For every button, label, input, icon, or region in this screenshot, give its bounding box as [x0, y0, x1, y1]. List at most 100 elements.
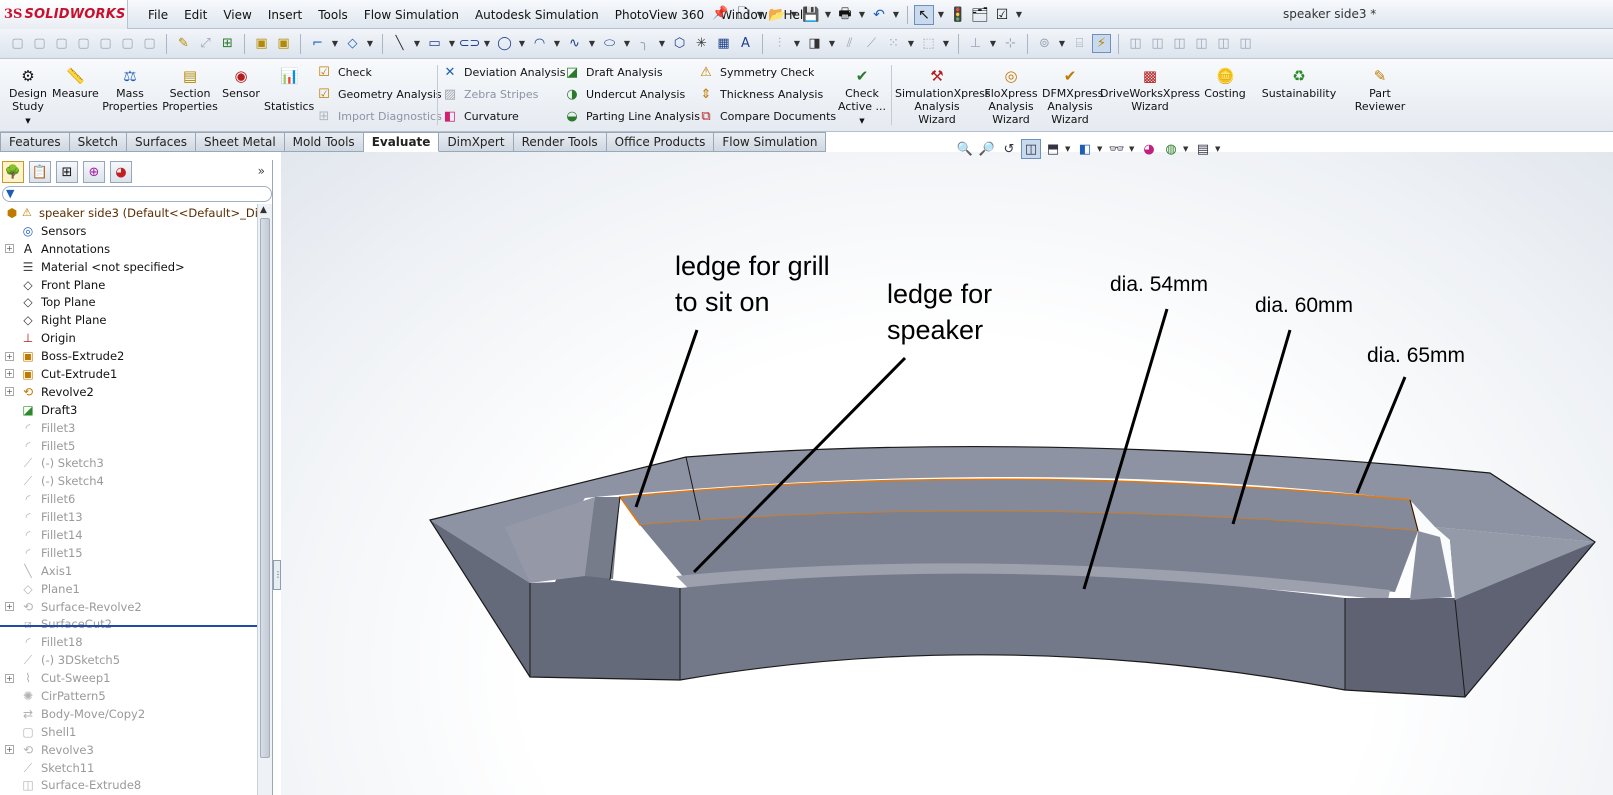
- tree-item-body-move-copy2[interactable]: ⇄ Body-Move/Copy2: [0, 705, 257, 723]
- view-orientation-icon[interactable]: ⬒: [1043, 139, 1063, 159]
- tree-item-origin[interactable]: ⊥ Origin: [0, 329, 257, 347]
- curves-dropdown-icon[interactable]: ▼: [365, 39, 375, 48]
- circle-dropdown-icon[interactable]: ▼: [517, 39, 527, 48]
- tree-item-boss-extrude2[interactable]: + ▣ Boss-Extrude2: [0, 347, 257, 365]
- expand-panel-icon[interactable]: »: [258, 164, 265, 178]
- tree-item-fillet15[interactable]: ◜ Fillet15: [0, 544, 257, 562]
- menu-edit[interactable]: Edit: [176, 8, 215, 22]
- move-entities-icon[interactable]: ⬚: [919, 34, 938, 53]
- tab-sketch[interactable]: Sketch: [69, 132, 128, 152]
- dfmxpress-button[interactable]: ✔ DFMXpress Analysis Wizard: [1042, 67, 1103, 126]
- expand-plus-icon[interactable]: +: [5, 745, 14, 755]
- tree-item-axis1[interactable]: ╲ Axis1: [0, 562, 257, 580]
- repair-sketch-icon[interactable]: ⊚: [1035, 34, 1054, 53]
- tree-item-fillet13[interactable]: ◜ Fillet13: [0, 508, 257, 526]
- sensor-button[interactable]: ◉ Sensor: [220, 67, 262, 100]
- instant3d-icon[interactable]: ⚡: [1092, 34, 1111, 53]
- tree-scrollbar[interactable]: ▲: [257, 204, 272, 795]
- linear-pattern-icon[interactable]: ⁙: [884, 34, 903, 53]
- view-settings-icon[interactable]: ▤: [1193, 139, 1213, 159]
- sketch-pattern-icon[interactable]: ▦: [714, 34, 733, 53]
- compare-documents-button[interactable]: ⧉ Compare Documents: [698, 106, 836, 127]
- zebra-stripes-button[interactable]: ▨ Zebra Stripes: [442, 84, 539, 105]
- pin-icon[interactable]: 📌: [712, 6, 728, 21]
- file-properties-icon[interactable]: 🗂: [970, 5, 990, 25]
- fillet-toolbar-icon[interactable]: ▢: [140, 34, 159, 53]
- ellipse-icon[interactable]: ⬭: [600, 34, 619, 53]
- mirror-dropdown-icon[interactable]: ▼: [792, 39, 802, 48]
- select-dropdown-icon[interactable]: ▼: [936, 10, 946, 19]
- sustainability-button[interactable]: ♻ Sustainability: [1258, 67, 1340, 100]
- model-view[interactable]: [281, 152, 1613, 795]
- statistics-button[interactable]: 📊 Statistics: [264, 67, 314, 113]
- new-document-icon[interactable]: 🗋: [733, 5, 753, 25]
- tree-filter-input[interactable]: ▼: [2, 186, 272, 202]
- tab-mold-tools[interactable]: Mold Tools: [284, 132, 364, 152]
- extruded-cut-icon[interactable]: ▢: [96, 34, 115, 53]
- section-view-icon[interactable]: ◫: [1021, 139, 1041, 159]
- sketch-fillet-dropdown-icon[interactable]: ▼: [657, 39, 667, 48]
- check-button[interactable]: ☑ Check: [316, 62, 372, 83]
- rectangle-dropdown-icon[interactable]: ▼: [447, 39, 457, 48]
- arc-dropdown-icon[interactable]: ▼: [552, 39, 562, 48]
- tree-item-sketch4[interactable]: ⟋ (-) Sketch4: [0, 472, 257, 490]
- add-relation-icon[interactable]: ⊥: [966, 34, 985, 53]
- menu-file[interactable]: File: [140, 8, 176, 22]
- lofted-boss-icon[interactable]: ▢: [74, 34, 93, 53]
- sketch-pencil-icon[interactable]: ✎: [174, 34, 193, 53]
- menu-flow-simulation[interactable]: Flow Simulation: [356, 8, 467, 22]
- view-orientation-dropdown-icon[interactable]: ▼: [1065, 145, 1073, 153]
- design-study-button[interactable]: ⚙ Design Study ▼: [8, 67, 48, 128]
- zoom-to-area-icon[interactable]: 🔎: [977, 139, 997, 159]
- offset-entities-icon[interactable]: ⫽: [840, 34, 859, 53]
- display-style-dropdown-icon[interactable]: ▼: [1097, 145, 1105, 153]
- rapid-sketch-icon[interactable]: ⌸: [1070, 34, 1089, 53]
- graphics-area[interactable]: ledge for grill to sit on ledge for spea…: [281, 152, 1613, 795]
- tab-evaluate[interactable]: Evaluate: [363, 132, 440, 152]
- linear-pattern-dropdown-icon[interactable]: ▼: [906, 39, 916, 48]
- zoom-to-fit-icon[interactable]: 🔍: [955, 139, 975, 159]
- expand-plus-icon[interactable]: +: [5, 602, 14, 612]
- tab-dimxpert[interactable]: DimXpert: [439, 132, 514, 152]
- symmetry-check-button[interactable]: ⚠ Symmetry Check: [698, 62, 814, 83]
- dimxpert-manager-tab-icon[interactable]: ⊕: [83, 161, 105, 183]
- swept-boss-icon[interactable]: ▢: [52, 34, 71, 53]
- tree-item-revolve2[interactable]: + ⟲ Revolve2: [0, 383, 257, 401]
- tree-item-sketch3[interactable]: ⟋ (-) Sketch3: [0, 454, 257, 472]
- check-active-button[interactable]: ✔ Check Active ... ▼: [836, 67, 888, 128]
- 3d-sketch-icon[interactable]: ⊞: [218, 34, 237, 53]
- open-dropdown-icon[interactable]: ▼: [789, 10, 799, 19]
- tree-item-front-plane[interactable]: ◇ Front Plane: [0, 276, 257, 294]
- tab-features[interactable]: Features: [0, 132, 70, 152]
- import-diagnostics-button[interactable]: ⊞ Import Diagnostics: [316, 106, 442, 127]
- hide-show-dropdown-icon[interactable]: ▼: [1129, 145, 1137, 153]
- menu-view[interactable]: View: [215, 8, 259, 22]
- simulationxpress-button[interactable]: ⚒ SimulationXpress Analysis Wizard: [895, 67, 991, 126]
- tree-item-revolve3[interactable]: + ⟲ Revolve3: [0, 741, 257, 759]
- panel-splitter-handle[interactable]: ⋮: [273, 560, 282, 590]
- options-dropdown-icon[interactable]: ▼: [1014, 10, 1024, 19]
- revolved-boss-icon[interactable]: ▢: [30, 34, 49, 53]
- extruded-boss-icon[interactable]: ▢: [8, 34, 27, 53]
- mirror-entities-icon[interactable]: ⫶: [770, 34, 789, 53]
- tree-item-surface-revolve2[interactable]: + ⟲ Surface-Revolve2: [0, 598, 257, 616]
- line-dropdown-icon[interactable]: ▼: [412, 39, 422, 48]
- quick-snaps-icon[interactable]: ⊹: [1001, 34, 1020, 53]
- tree-item-material-not-specified[interactable]: ☰ Material <not specified>: [0, 258, 257, 276]
- tree-item-fillet3[interactable]: ◜ Fillet3: [0, 419, 257, 437]
- tree-item-annotations[interactable]: + A Annotations: [0, 240, 257, 258]
- rebuild-traffic-light-icon[interactable]: 🚦: [948, 5, 968, 25]
- menu-insert[interactable]: Insert: [260, 8, 310, 22]
- line-icon[interactable]: ╲: [390, 34, 409, 53]
- edit-appearance-icon[interactable]: ◕: [1139, 139, 1159, 159]
- scroll-up-icon[interactable]: ▲: [260, 205, 267, 215]
- tree-item-surface-extrude8[interactable]: ◫ Surface-Extrude8: [0, 777, 257, 795]
- tree-item-draft3[interactable]: ◪ Draft3: [0, 401, 257, 419]
- polygon-icon[interactable]: ⬡: [670, 34, 689, 53]
- view-settings-dropdown-icon[interactable]: ▼: [1215, 145, 1223, 153]
- surface-knit-icon[interactable]: ◫: [1236, 34, 1255, 53]
- paste-entities-icon[interactable]: ▣: [274, 34, 293, 53]
- tree-item-3dsketch5[interactable]: ⟋ (-) 3DSketch5: [0, 651, 257, 669]
- save-icon[interactable]: 💾: [801, 5, 821, 25]
- slot-dropdown-icon[interactable]: ▼: [482, 39, 492, 48]
